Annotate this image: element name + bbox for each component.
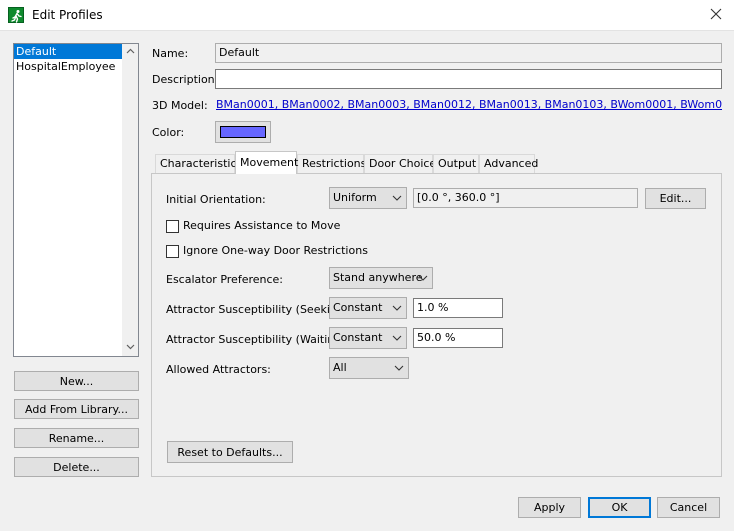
rename-button[interactable]: Rename... bbox=[14, 428, 139, 448]
chevron-down-icon bbox=[392, 188, 402, 208]
requires-assistance-label: Requires Assistance to Move bbox=[183, 219, 341, 232]
profile-item-hospital-employee[interactable]: HospitalEmployee bbox=[14, 59, 138, 74]
reset-to-defaults-button[interactable]: Reset to Defaults... bbox=[167, 441, 293, 463]
seeking-label: Attractor Susceptibility (Seeking) bbox=[166, 303, 349, 316]
orientation-label: Initial Orientation: bbox=[166, 193, 266, 206]
allowed-attractors-combo-value: All bbox=[333, 361, 347, 374]
description-field[interactable] bbox=[215, 69, 722, 89]
ignore-oneway-checkbox[interactable] bbox=[166, 245, 179, 258]
allowed-attractors-combo[interactable]: All bbox=[329, 357, 409, 379]
tab-door-choice[interactable]: Door Choice bbox=[364, 154, 436, 173]
waiting-label: Attractor Susceptibility (Waiting) bbox=[166, 333, 346, 346]
model-link[interactable]: BMan0001, BMan0002, BMan0003, BMan0012, … bbox=[216, 98, 722, 111]
profile-item-default[interactable]: Default bbox=[14, 44, 138, 59]
profiles-list[interactable]: Default HospitalEmployee bbox=[13, 43, 139, 357]
description-label: Description: bbox=[152, 73, 219, 86]
allowed-attractors-label: Allowed Attractors: bbox=[166, 363, 271, 376]
new-button[interactable]: New... bbox=[14, 371, 139, 391]
chevron-down-icon bbox=[392, 298, 402, 318]
waiting-combo-value: Constant bbox=[333, 331, 383, 344]
seeking-combo-value: Constant bbox=[333, 301, 383, 314]
model-label: 3D Model: bbox=[152, 99, 208, 112]
chevron-down-icon bbox=[392, 328, 402, 348]
chevron-down-icon bbox=[394, 358, 404, 378]
tab-movement[interactable]: Movement bbox=[235, 151, 298, 174]
seeking-value-field[interactable]: 1.0 % bbox=[413, 298, 503, 318]
tab-advanced[interactable]: Advanced bbox=[479, 154, 538, 173]
color-label: Color: bbox=[152, 126, 185, 139]
title-bar: Edit Profiles bbox=[0, 0, 734, 31]
escalator-combo[interactable]: Stand anywhere bbox=[329, 267, 433, 289]
apply-button[interactable]: Apply bbox=[518, 497, 581, 518]
waiting-value-field[interactable]: 50.0 % bbox=[413, 328, 503, 348]
delete-button[interactable]: Delete... bbox=[14, 457, 139, 477]
escalator-label: Escalator Preference: bbox=[166, 273, 283, 286]
ignore-oneway-label: Ignore One-way Door Restrictions bbox=[183, 244, 368, 257]
tab-characteristics[interactable]: Characteristics bbox=[155, 154, 242, 173]
requires-assistance-checkbox[interactable] bbox=[166, 220, 179, 233]
name-label: Name: bbox=[152, 47, 189, 60]
color-swatch bbox=[220, 126, 266, 138]
window-title: Edit Profiles bbox=[32, 8, 103, 22]
chevron-down-icon bbox=[418, 268, 428, 288]
orientation-value-field[interactable]: [0.0 °, 360.0 °] bbox=[413, 188, 638, 208]
add-from-library-button[interactable]: Add From Library... bbox=[14, 399, 139, 419]
tab-restrictions[interactable]: Restrictions bbox=[297, 154, 366, 173]
cancel-button[interactable]: Cancel bbox=[657, 497, 720, 518]
name-field[interactable]: Default bbox=[215, 43, 722, 63]
list-scrollbar[interactable] bbox=[122, 44, 138, 356]
close-icon[interactable] bbox=[708, 6, 724, 22]
waiting-combo[interactable]: Constant bbox=[329, 327, 407, 349]
escalator-combo-value: Stand anywhere bbox=[333, 271, 423, 284]
scroll-up-icon[interactable] bbox=[122, 44, 138, 60]
exit-running-man-icon bbox=[8, 7, 24, 23]
orientation-combo[interactable]: Uniform bbox=[329, 187, 407, 209]
scroll-down-icon[interactable] bbox=[122, 340, 138, 356]
seeking-combo[interactable]: Constant bbox=[329, 297, 407, 319]
color-picker-button[interactable] bbox=[215, 121, 271, 143]
ok-button[interactable]: OK bbox=[588, 497, 651, 518]
edit-orientation-button[interactable]: Edit... bbox=[645, 188, 706, 209]
orientation-combo-value: Uniform bbox=[333, 191, 377, 204]
tab-output[interactable]: Output bbox=[433, 154, 479, 173]
